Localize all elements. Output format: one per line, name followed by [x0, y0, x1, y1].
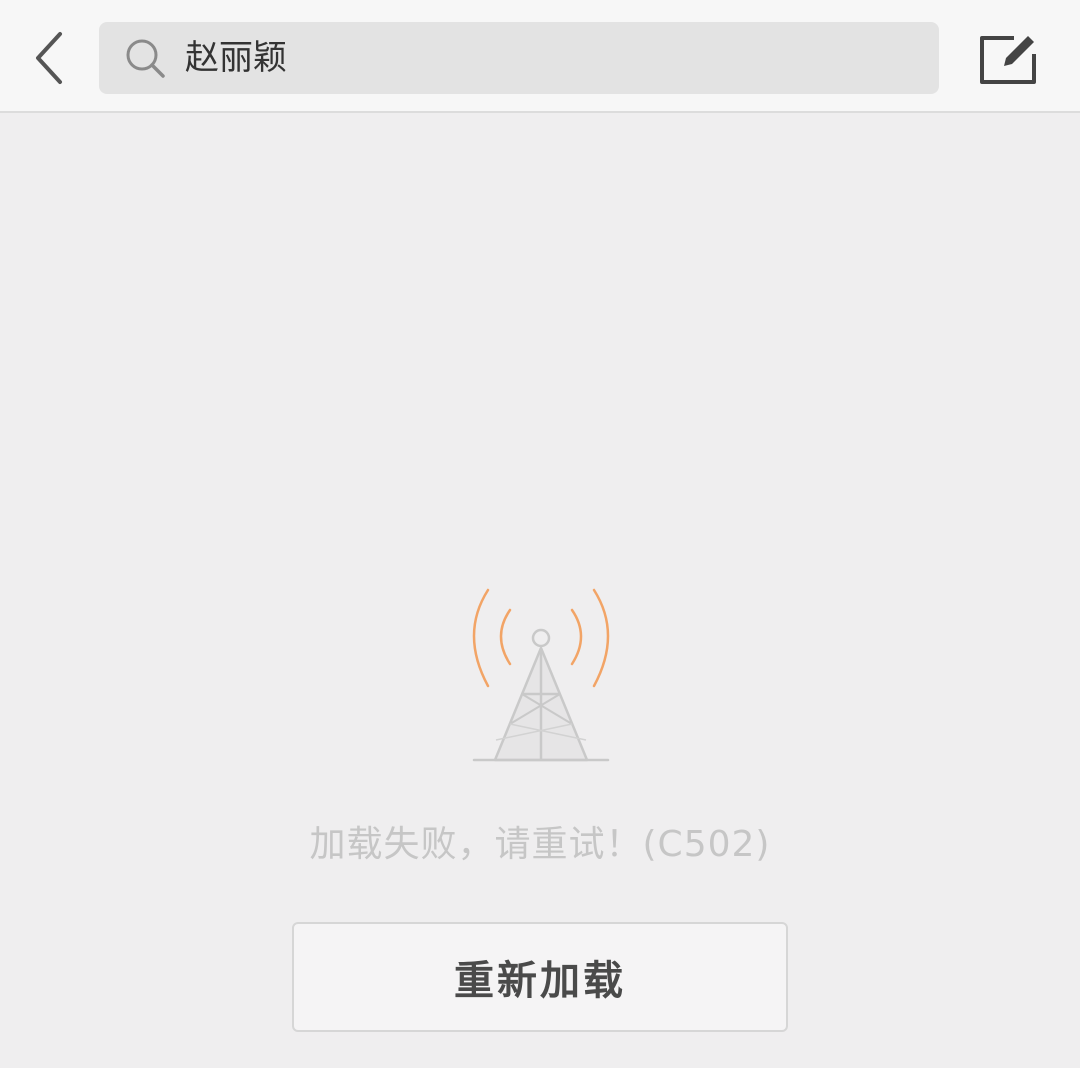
search-input[interactable]: 赵丽颖	[185, 22, 885, 94]
search-bar[interactable]: 赵丽颖	[99, 22, 939, 94]
compose-icon	[980, 36, 1036, 84]
reload-button[interactable]: 重新加载	[292, 922, 788, 1032]
signal-tower-icon	[472, 588, 610, 762]
back-button[interactable]	[22, 26, 78, 90]
chevron-left-icon	[36, 32, 62, 84]
top-bar: 赵丽颖	[0, 0, 1080, 113]
compose-button[interactable]	[974, 28, 1042, 90]
search-icon	[126, 39, 165, 78]
reload-button-label: 重新加载	[454, 958, 626, 1004]
error-message: 加载失败，请重试！(C502)	[309, 824, 771, 865]
